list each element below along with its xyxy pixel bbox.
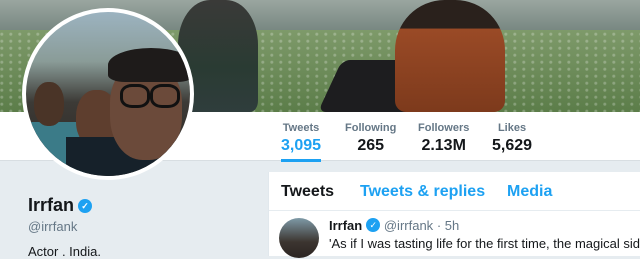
timeline-card: Tweets Tweets & replies Media Irrfan ✓ @i… — [268, 172, 640, 258]
avatar-person-face — [34, 82, 64, 126]
stat-following-value: 265 — [357, 137, 385, 154]
avatar-hat — [108, 48, 190, 82]
profile-name[interactable]: Irrfan ✓ — [28, 195, 93, 216]
profile-bio: Actor . India. — [28, 244, 101, 259]
profile-name-text: Irrfan — [28, 195, 75, 215]
stat-following-label: Following — [345, 122, 397, 134]
tweet-author-name[interactable]: Irrfan — [329, 218, 362, 233]
verified-badge-icon: ✓ — [366, 218, 381, 232]
stat-followers[interactable]: Followers 2.13M — [418, 122, 469, 155]
stat-likes-value: 5,629 — [492, 137, 533, 154]
stat-tweets-label: Tweets — [282, 122, 320, 134]
stat-likes[interactable]: Likes 5,629 — [492, 122, 532, 155]
tweet-text: 'As if I was tasting life for the first … — [329, 236, 640, 251]
stat-likes-label: Likes — [497, 122, 527, 134]
tweet-author-handle[interactable]: @irrfank — [384, 218, 433, 233]
banner-person-right — [395, 0, 505, 112]
stat-tweets-value: 3,095 — [281, 137, 322, 154]
stat-following[interactable]: Following 265 — [345, 122, 396, 155]
profile-handle[interactable]: @irrfank — [28, 219, 77, 234]
tab-tweets-replies[interactable]: Tweets & replies — [360, 183, 485, 201]
avatar-glasses-right — [150, 84, 180, 108]
stat-followers-value: 2.13M — [421, 137, 466, 154]
profile-avatar[interactable] — [22, 8, 194, 180]
stat-tweets[interactable]: Tweets 3,095 — [281, 122, 322, 162]
tweet-author-avatar[interactable] — [279, 218, 319, 258]
tweet-separator: · — [436, 218, 442, 233]
timeline-tabs: Tweets Tweets & replies Media — [269, 172, 640, 211]
tab-media[interactable]: Media — [507, 183, 552, 201]
tweet-header: Irrfan ✓ @irrfank · 5h — [329, 218, 459, 233]
stat-followers-label: Followers — [418, 122, 470, 134]
tweet-timestamp[interactable]: 5h — [445, 218, 459, 233]
avatar-glasses-left — [120, 84, 150, 108]
tab-tweets[interactable]: Tweets — [281, 183, 334, 201]
verified-badge-icon: ✓ — [78, 199, 93, 213]
